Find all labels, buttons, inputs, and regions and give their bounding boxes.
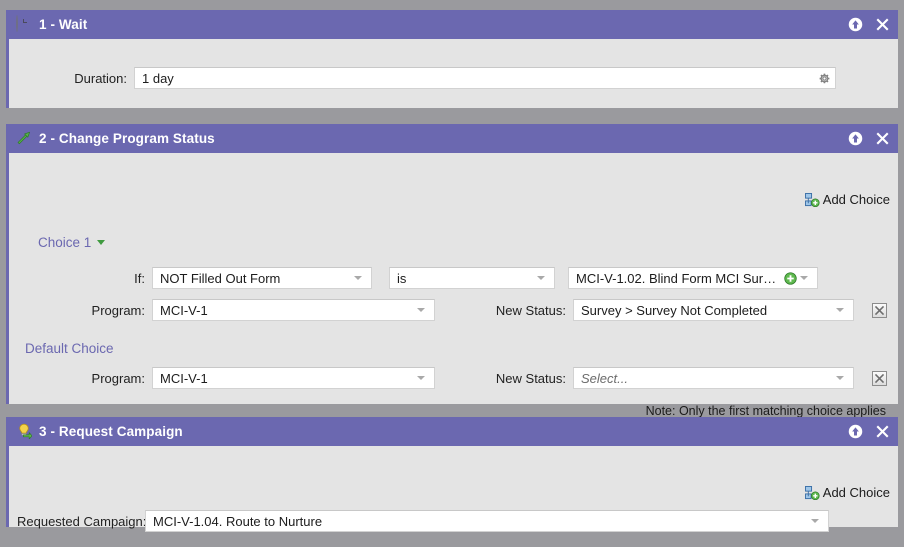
lightbulb-icon xyxy=(16,423,33,440)
default-program-label: Program: xyxy=(91,370,145,386)
panel-change-program-status-actions xyxy=(847,131,890,147)
requested-campaign-value: MCI-V-1.04. Route to Nurture xyxy=(153,513,323,529)
chevron-down-icon xyxy=(836,376,844,380)
chevron-down-icon xyxy=(97,240,106,245)
chevron-down-icon xyxy=(836,308,844,312)
if-target-select[interactable]: MCI-V-1.02. Blind Form MCI Survey xyxy=(568,267,818,289)
delete-default-choice-button[interactable] xyxy=(872,370,887,386)
default-new-status-value: Select... xyxy=(581,370,628,386)
if-trigger-value: NOT Filled Out Form xyxy=(160,270,281,286)
panel-request-campaign-header: 3 - Request Campaign xyxy=(9,417,898,446)
matching-choice-note: Note: Only the first matching choice app… xyxy=(645,404,886,418)
chevron-down-icon xyxy=(811,519,819,523)
panel-wait: 1 - Wait Duration: 1 day xyxy=(6,10,898,108)
choice-program-label: Program: xyxy=(91,302,145,318)
flow-step-editor: 1 - Wait Duration: 1 day 2 - Change Prog… xyxy=(0,0,904,547)
if-operator-select[interactable]: is xyxy=(389,267,555,289)
add-choice-label: Add Choice xyxy=(822,485,890,500)
choice-program-value: MCI-V-1 xyxy=(160,302,208,318)
gear-icon[interactable] xyxy=(818,72,831,85)
chevron-down-icon xyxy=(417,376,425,380)
if-label: If: xyxy=(134,270,145,286)
add-choice-label: Add Choice xyxy=(822,192,890,207)
add-choice-button[interactable]: Add Choice xyxy=(804,485,890,500)
panel-request-campaign-title: 3 - Request Campaign xyxy=(39,424,183,439)
default-program-select[interactable]: MCI-V-1 xyxy=(152,367,435,389)
chevron-down-icon xyxy=(800,276,808,280)
close-icon[interactable] xyxy=(874,17,890,33)
choice-new-status-label: New Status: xyxy=(495,302,566,318)
panel-request-campaign: 3 - Request Campaign Add Choice Requeste… xyxy=(6,417,898,532)
clock-icon xyxy=(16,15,33,33)
chevron-down-icon xyxy=(537,276,545,280)
panel-request-campaign-body: Add Choice Requested Campaign: MCI-V-1.0… xyxy=(9,446,898,532)
default-new-status-label: New Status: xyxy=(495,370,566,386)
choice-new-status-select[interactable]: Survey > Survey Not Completed xyxy=(573,299,854,321)
add-choice-icon xyxy=(804,485,820,500)
choice-1-toggle[interactable]: Choice 1 xyxy=(9,235,106,250)
default-choice-label: Default Choice xyxy=(25,341,114,356)
panel-request-campaign-actions xyxy=(847,424,890,440)
green-arrow-icon xyxy=(16,130,33,147)
move-up-icon[interactable] xyxy=(847,424,863,440)
default-program-value: MCI-V-1 xyxy=(160,370,208,386)
duration-value: 1 day xyxy=(142,70,174,86)
requested-campaign-select[interactable]: MCI-V-1.04. Route to Nurture xyxy=(145,510,829,532)
panel-change-program-status: 2 - Change Program Status Add Choice Cho… xyxy=(6,124,898,418)
move-up-icon[interactable] xyxy=(847,17,863,33)
move-up-icon[interactable] xyxy=(847,131,863,147)
chevron-down-icon xyxy=(354,276,362,280)
add-choice-icon xyxy=(804,192,820,207)
default-new-status-select[interactable]: Select... xyxy=(573,367,854,389)
panel-change-program-status-body: Add Choice Choice 1 If: NOT Filled Out F… xyxy=(9,153,898,418)
choice-new-status-value: Survey > Survey Not Completed xyxy=(581,302,768,318)
close-icon[interactable] xyxy=(874,131,890,147)
panel-change-program-status-header: 2 - Change Program Status xyxy=(9,124,898,153)
panel-wait-actions xyxy=(847,17,890,33)
if-trigger-select[interactable]: NOT Filled Out Form xyxy=(152,267,372,289)
close-icon[interactable] xyxy=(874,424,890,440)
duration-label: Duration: xyxy=(74,70,127,86)
if-operator-value: is xyxy=(397,270,407,286)
panel-change-program-status-title: 2 - Change Program Status xyxy=(39,131,215,146)
requested-campaign-label: Requested Campaign: xyxy=(17,513,147,529)
panel-wait-header: 1 - Wait xyxy=(9,10,898,39)
panel-wait-title: 1 - Wait xyxy=(39,17,88,32)
green-plus-icon[interactable] xyxy=(781,271,798,285)
if-target-value: MCI-V-1.02. Blind Form MCI Survey xyxy=(576,270,781,286)
chevron-down-icon xyxy=(417,308,425,312)
panel-wait-body: Duration: 1 day xyxy=(9,39,898,108)
add-choice-button[interactable]: Add Choice xyxy=(804,192,890,207)
choice-1-label: Choice 1 xyxy=(38,235,92,250)
choice-program-select[interactable]: MCI-V-1 xyxy=(152,299,435,321)
duration-input[interactable]: 1 day xyxy=(134,67,836,89)
delete-choice-button[interactable] xyxy=(872,302,887,318)
